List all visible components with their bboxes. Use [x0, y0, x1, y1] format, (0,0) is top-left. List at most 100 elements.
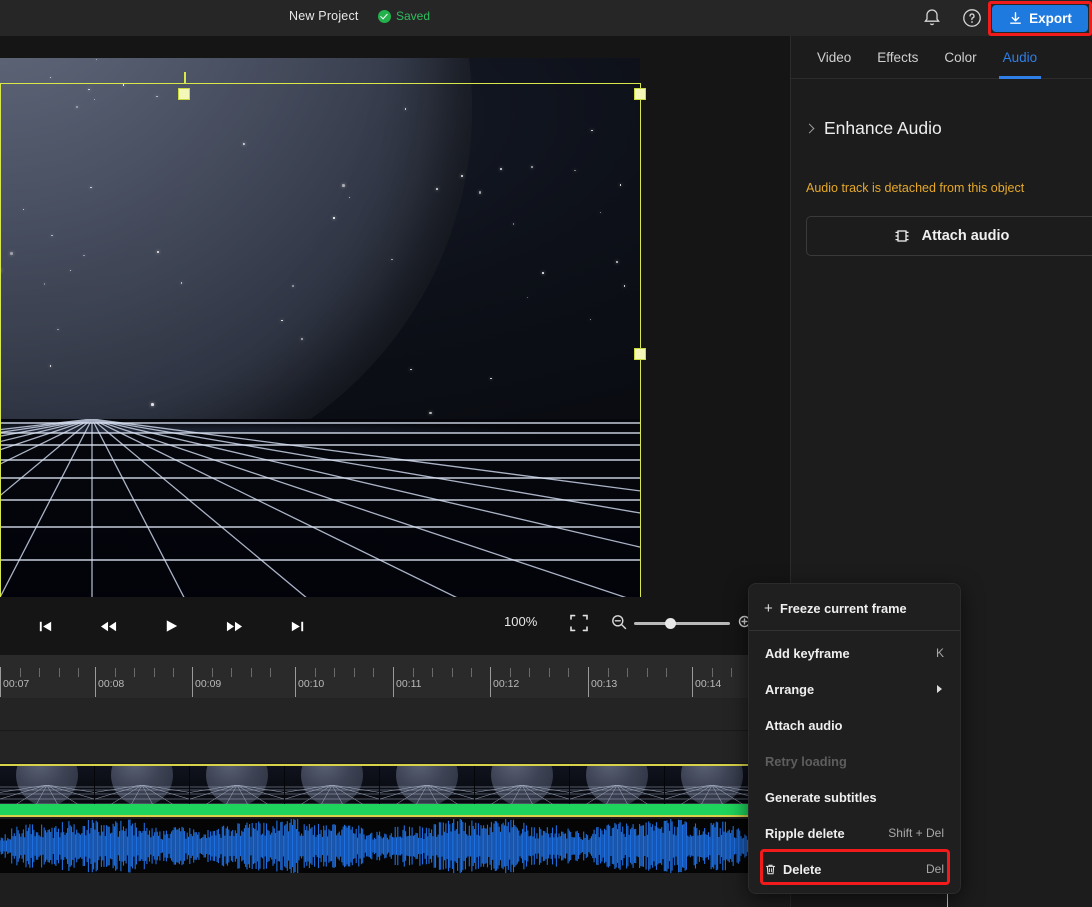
- star-icon: [122, 84, 124, 86]
- star-icon: [531, 166, 533, 168]
- menu-item-label: Generate subtitles: [765, 789, 877, 805]
- menu-item-ripple-delete[interactable]: Ripple delete Shift + Del: [749, 815, 960, 851]
- timeline-tick-minor: [314, 668, 316, 677]
- enhance-audio-section-header[interactable]: Enhance Audio: [804, 118, 942, 139]
- star-icon: [500, 168, 503, 171]
- star-icon: [342, 183, 345, 187]
- timeline-tick-major: [95, 667, 96, 697]
- selection-handle-top[interactable]: [178, 88, 190, 100]
- star-icon: [591, 130, 593, 132]
- star-icon: [90, 187, 92, 189]
- timeline-tick-minor: [39, 668, 40, 677]
- chevron-right-icon[interactable]: [804, 123, 815, 134]
- star-icon: [151, 403, 154, 406]
- timeline-tick-label: 00:12: [493, 678, 520, 690]
- page-title: New Project: [289, 9, 359, 23]
- timeline-tick-minor: [451, 668, 453, 677]
- menu-item-attach-audio[interactable]: Attach audio: [749, 707, 960, 743]
- timeline-ruler[interactable]: 00:07 00:08 00:09 00:10 00:11 00:12 00:13 00:14: [0, 655, 791, 699]
- fast-forward-button[interactable]: [217, 611, 251, 641]
- context-menu[interactable]: + Freeze current frame Add keyframe K Arrang…: [748, 583, 961, 894]
- timeline-tick-label: 00:14: [695, 678, 722, 690]
- timeline-tick-minor: [432, 668, 433, 677]
- menu-item-retry-loading: Retry loading: [749, 743, 960, 779]
- timeline-tick-minor: [114, 668, 116, 677]
- timeline-tick-label: 00:11: [396, 678, 422, 690]
- star-icon: [292, 284, 295, 287]
- submenu-arrow-icon: [937, 685, 942, 693]
- menu-item-shortcut: Del: [925, 862, 944, 876]
- tab-video-label: Video: [817, 49, 852, 65]
- timeline-tick-minor: [58, 668, 60, 677]
- star-icon: [348, 196, 351, 199]
- waveform-graphic: [0, 819, 790, 873]
- export-button[interactable]: Export: [992, 5, 1088, 32]
- video-clip-selected[interactable]: [0, 764, 790, 817]
- timeline-tick-minor: [607, 668, 609, 677]
- download-icon: [1010, 12, 1021, 24]
- star-icon: [333, 217, 335, 219]
- star-icon: [574, 169, 577, 172]
- star-icon: [526, 296, 528, 298]
- menu-item-delete[interactable]: Delete Del: [749, 851, 960, 887]
- filmstrip-audio-icon: [894, 230, 909, 242]
- timeline-tick-label: 00:13: [591, 678, 618, 690]
- timeline-track-empty-1[interactable]: [0, 699, 790, 731]
- timeline[interactable]: 00:07 00:08 00:09 00:10 00:11 00:12 00:13 00:14: [0, 655, 791, 907]
- tab-effects[interactable]: Effects: [864, 36, 931, 79]
- top-bar: New Project Saved Export: [0, 0, 1092, 36]
- menu-item-arrange[interactable]: Arrange: [749, 671, 960, 707]
- tab-audio-label: Audio: [1002, 49, 1038, 65]
- star-icon: [599, 212, 601, 214]
- timeline-tick-major: [295, 667, 296, 697]
- tab-audio[interactable]: Audio: [990, 36, 1051, 79]
- attach-audio-label: Attach audio: [921, 228, 1010, 244]
- timeline-tick-minor: [353, 668, 355, 677]
- timeline-tick-minor: [134, 668, 135, 677]
- star-icon: [409, 368, 412, 371]
- star-icon: [243, 142, 246, 145]
- fit-to-screen-button[interactable]: [568, 612, 590, 634]
- menu-item-shortcut: K: [935, 646, 944, 660]
- menu-separator: [749, 630, 960, 631]
- timeline-tick-label: 00:07: [3, 678, 30, 690]
- tab-video[interactable]: Video: [804, 36, 864, 79]
- audio-clip-waveform[interactable]: [0, 819, 790, 873]
- menu-item-freeze-current-frame[interactable]: + Freeze current frame: [749, 590, 960, 626]
- status-badge: Saved: [378, 9, 430, 23]
- timeline-tick-major: [0, 667, 1, 697]
- preview-stage[interactable]: [0, 36, 790, 597]
- zoom-slider-handle[interactable]: [665, 618, 676, 629]
- zoom-out-button[interactable]: [610, 613, 628, 631]
- skip-to-end-button[interactable]: [280, 611, 314, 641]
- star-icon: [49, 76, 52, 79]
- menu-item-generate-subtitles[interactable]: Generate subtitles: [749, 779, 960, 815]
- trash-icon: [764, 863, 777, 876]
- selection-handle-right[interactable]: [634, 348, 646, 360]
- star-icon: [280, 319, 283, 322]
- question-circle-icon: [963, 9, 981, 27]
- star-icon: [76, 106, 79, 109]
- timeline-tick-minor: [334, 668, 335, 677]
- timeline-tick-major: [192, 667, 193, 697]
- star-icon: [623, 285, 625, 287]
- attach-audio-button[interactable]: Attach audio: [806, 216, 1092, 256]
- timeline-tick-minor: [19, 668, 21, 677]
- rewind-button[interactable]: [91, 611, 125, 641]
- star-icon: [404, 107, 407, 110]
- play-button[interactable]: [154, 611, 188, 641]
- timeline-track-empty-2[interactable]: [0, 731, 790, 764]
- skip-to-start-button[interactable]: [28, 611, 62, 641]
- star-icon: [391, 259, 393, 261]
- star-icon: [23, 208, 25, 211]
- zoom-slider[interactable]: [634, 622, 730, 625]
- play-icon: [166, 620, 177, 632]
- tab-color[interactable]: Color: [931, 36, 989, 79]
- help-button[interactable]: [960, 6, 984, 30]
- video-editor-app: New Project Saved Export 100% Video Effe…: [0, 0, 1092, 907]
- star-icon: [436, 188, 438, 191]
- selection-handle-top-right[interactable]: [634, 88, 646, 100]
- notifications-button[interactable]: [920, 6, 944, 30]
- menu-item-add-keyframe[interactable]: Add keyframe K: [749, 635, 960, 671]
- menu-item-label: Attach audio: [765, 717, 843, 733]
